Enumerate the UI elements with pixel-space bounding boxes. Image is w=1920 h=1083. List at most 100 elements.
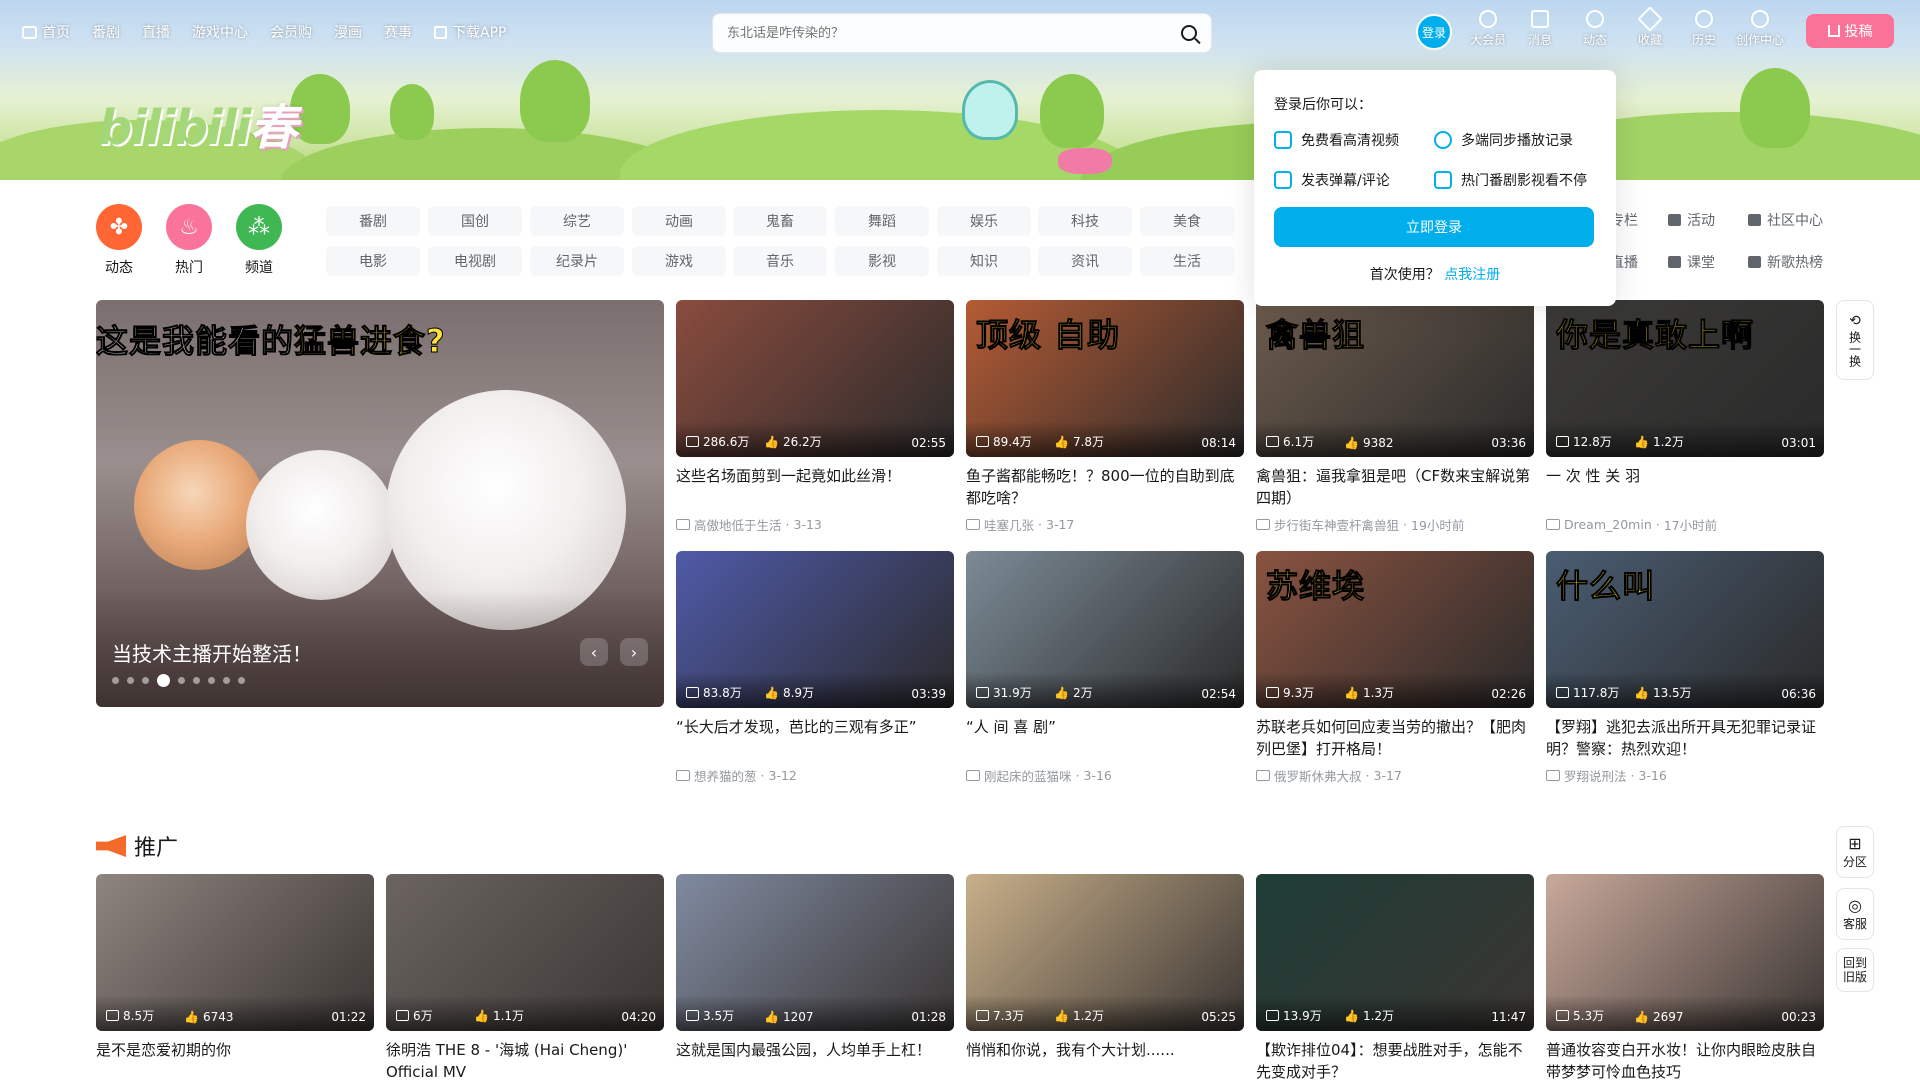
refresh-button[interactable]: ⟲ 换一换	[1836, 300, 1874, 380]
video-author[interactable]: Dream_20min	[1564, 517, 1652, 532]
nav-esports[interactable]: 赛事	[384, 22, 412, 42]
category-chip[interactable]: 娱乐	[937, 206, 1031, 236]
promo-card[interactable]: 13.9万 👍 1.2万 11:47 【欺诈排位04】：想要战胜对手，怎能不先变成对手？	[1256, 874, 1534, 1083]
video-title[interactable]: “人 间 喜 剧”	[966, 716, 1244, 760]
channel-channels[interactable]: ⁂ 频道	[236, 204, 282, 277]
old-version-button[interactable]: 回到旧版	[1836, 948, 1874, 992]
category-chip[interactable]: 美食	[1140, 206, 1234, 236]
video-title[interactable]: 一 次 性 关 羽	[1546, 465, 1824, 509]
category-chip[interactable]: 资讯	[1038, 246, 1132, 276]
video-thumbnail[interactable]: 286.6万 👍 26.2万 02:55	[676, 300, 954, 457]
video-thumbnail[interactable]: 13.9万 👍 1.2万 11:47	[1256, 874, 1534, 1031]
video-title[interactable]: 是不是恋爱初期的你	[96, 1039, 374, 1083]
video-thumbnail[interactable]: 什么叫 117.8万 👍 13.5万 06:36	[1546, 551, 1824, 708]
video-title[interactable]: 普通妆容变白开水妆！让你内眼睑皮肤自带梦梦可怜血色技巧	[1546, 1039, 1824, 1083]
category-chip[interactable]: 舞蹈	[835, 206, 929, 236]
nav-manga[interactable]: 漫画	[334, 22, 362, 42]
carousel-dot[interactable]	[238, 677, 245, 684]
nav-live[interactable]: 直播	[142, 22, 170, 42]
video-title[interactable]: 这些名场面剪到一起竟如此丝滑！	[676, 465, 954, 509]
hero-carousel[interactable]: 这是我能看的猛兽进食? 当技术主播开始整活！ ‹ ›	[96, 300, 664, 707]
video-thumbnail[interactable]: 3.5万 👍 1207 01:28	[676, 874, 954, 1031]
category-chip[interactable]: 生活	[1140, 246, 1234, 276]
promo-card[interactable]: 6万 👍 1.1万 04:20 徐明浩 THE 8 - '海城 (Hai Cheng)'…	[386, 874, 664, 1083]
video-thumbnail[interactable]: 顶级 自助 89.4万 👍 7.8万 08:14	[966, 300, 1244, 457]
category-chip[interactable]: 鬼畜	[733, 206, 827, 236]
nav-shop[interactable]: 会员购	[270, 22, 312, 42]
nav-creator-center[interactable]: 创作中心	[1736, 10, 1784, 48]
category-chip[interactable]: 纪录片	[530, 246, 624, 276]
video-author[interactable]: 想养猫的葱	[694, 766, 757, 785]
promo-card[interactable]: 7.3万 👍 1.2万 05:25 悄悄和你说，我有个大计划......	[966, 874, 1244, 1083]
nav-messages[interactable]: 消息	[1528, 10, 1552, 48]
link-community[interactable]: 社区中心	[1748, 210, 1823, 230]
carousel-dot[interactable]	[178, 677, 185, 684]
carousel-prev-button[interactable]: ‹	[580, 638, 608, 666]
promo-card[interactable]: 8.5万 👍 6743 01:22 是不是恋爱初期的你	[96, 874, 374, 1083]
category-chip[interactable]: 国创	[428, 206, 522, 236]
search-icon[interactable]	[1181, 25, 1197, 41]
carousel-caption[interactable]: 当技术主播开始整活！	[112, 638, 312, 667]
video-title[interactable]: 鱼子酱都能畅吃！？800一位的自助到底都吃啥？	[966, 465, 1244, 509]
video-card[interactable]: 83.8万 👍 8.9万 03:39 “长大后才发现，芭比的三观有多正” 想养猫的葱 · 3-…	[676, 551, 954, 785]
category-chip[interactable]: 游戏	[632, 246, 726, 276]
nav-game-center[interactable]: 游戏中心	[192, 22, 248, 42]
category-chip[interactable]: 综艺	[530, 206, 624, 236]
video-author[interactable]: 步行街车神壹杆禽兽狙	[1274, 515, 1399, 534]
video-card[interactable]: 31.9万 👍 2万 02:54 “人 间 喜 剧” 刚起床的蓝猫咪 · 3-16	[966, 551, 1244, 785]
nav-history[interactable]: 历史	[1692, 10, 1716, 48]
nav-vip[interactable]: 大会员	[1470, 10, 1506, 48]
upload-button[interactable]: 投稿	[1806, 14, 1894, 48]
carousel-dot[interactable]	[127, 677, 134, 684]
category-chip[interactable]: 科技	[1038, 206, 1132, 236]
video-title[interactable]: 【欺诈排位04】：想要战胜对手，怎能不先变成对手？	[1256, 1039, 1534, 1083]
carousel-dot[interactable]	[223, 677, 230, 684]
video-title[interactable]: 【罗翔】逃犯去派出所开具无犯罪记录证明？警察：热烈欢迎！	[1546, 716, 1824, 760]
category-chip[interactable]: 电视剧	[428, 246, 522, 276]
carousel-dot[interactable]	[208, 677, 215, 684]
video-thumbnail[interactable]: 83.8万 👍 8.9万 03:39	[676, 551, 954, 708]
video-card[interactable]: 禽兽狙 6.1万 👍 9382 03:36 禽兽狙：逼我拿狙是吧（CF数来宝解说第四期） 步…	[1256, 300, 1534, 534]
video-author[interactable]: 哇塞几张	[984, 515, 1034, 534]
link-activity[interactable]: 活动	[1668, 210, 1715, 230]
carousel-dot-active[interactable]	[157, 674, 170, 687]
carousel-next-button[interactable]: ›	[620, 638, 648, 666]
video-thumbnail[interactable]: 你是真敢上啊 12.8万 👍 1.2万 03:01	[1546, 300, 1824, 457]
nav-anime[interactable]: 番剧	[92, 22, 120, 42]
link-course[interactable]: 课堂	[1668, 252, 1715, 272]
video-title[interactable]: 悄悄和你说，我有个大计划......	[966, 1039, 1244, 1083]
category-chip[interactable]: 动画	[632, 206, 726, 236]
login-now-button[interactable]: 立即登录	[1274, 207, 1594, 247]
video-card[interactable]: 你是真敢上啊 12.8万 👍 1.2万 03:01 一 次 性 关 羽 Dream_20mi…	[1546, 300, 1824, 534]
customer-service-button[interactable]: ◎ 客服	[1836, 888, 1874, 940]
video-thumbnail[interactable]: 31.9万 👍 2万 02:54	[966, 551, 1244, 708]
carousel-dot[interactable]	[142, 677, 149, 684]
video-thumbnail[interactable]: 6万 👍 1.1万 04:20	[386, 874, 664, 1031]
video-card[interactable]: 什么叫 117.8万 👍 13.5万 06:36 【罗翔】逃犯去派出所开具无犯罪记录证明？…	[1546, 551, 1824, 785]
nav-favorites[interactable]: 收藏	[1637, 6, 1663, 48]
carousel-dot[interactable]	[112, 677, 119, 684]
bilibili-logo[interactable]: bilibili春	[98, 88, 297, 158]
channel-hot[interactable]: ♨ 热门	[166, 204, 212, 277]
link-new-songs[interactable]: 新歌热榜	[1748, 252, 1823, 272]
video-title[interactable]: 苏联老兵如何回应麦当劳的撤出？【肥肉列巴堡】打开格局！	[1256, 716, 1534, 760]
register-link[interactable]: 点我注册	[1444, 267, 1500, 283]
video-author[interactable]: 俄罗斯休弗大叔	[1274, 766, 1362, 785]
video-card[interactable]: 286.6万 👍 26.2万 02:55 这些名场面剪到一起竟如此丝滑！ 高傲地低于生活 ·…	[676, 300, 954, 534]
nav-download-app[interactable]: 下载APP	[434, 22, 506, 42]
carousel-dot[interactable]	[193, 677, 200, 684]
video-thumbnail[interactable]: 禽兽狙 6.1万 👍 9382 03:36	[1256, 300, 1534, 457]
category-chip[interactable]: 番剧	[326, 206, 420, 236]
video-title[interactable]: 禽兽狙：逼我拿狙是吧（CF数来宝解说第四期）	[1256, 465, 1534, 509]
promo-card[interactable]: 3.5万 👍 1207 01:28 这就是国内最强公园，人均单手上杠！	[676, 874, 954, 1083]
video-card[interactable]: 顶级 自助 89.4万 👍 7.8万 08:14 鱼子酱都能畅吃！？800一位的自助到底都…	[966, 300, 1244, 534]
category-chip[interactable]: 知识	[937, 246, 1031, 276]
video-title[interactable]: 这就是国内最强公园，人均单手上杠！	[676, 1039, 954, 1083]
category-button[interactable]: ⊞ 分区	[1836, 826, 1874, 878]
category-chip[interactable]: 音乐	[733, 246, 827, 276]
search-input[interactable]	[727, 25, 1157, 41]
video-thumbnail[interactable]: 5.3万 👍 2697 00:23	[1546, 874, 1824, 1031]
login-avatar-button[interactable]: 登录	[1416, 14, 1452, 50]
channel-dynamics[interactable]: ✤ 动态	[96, 204, 142, 277]
category-chip[interactable]: 电影	[326, 246, 420, 276]
